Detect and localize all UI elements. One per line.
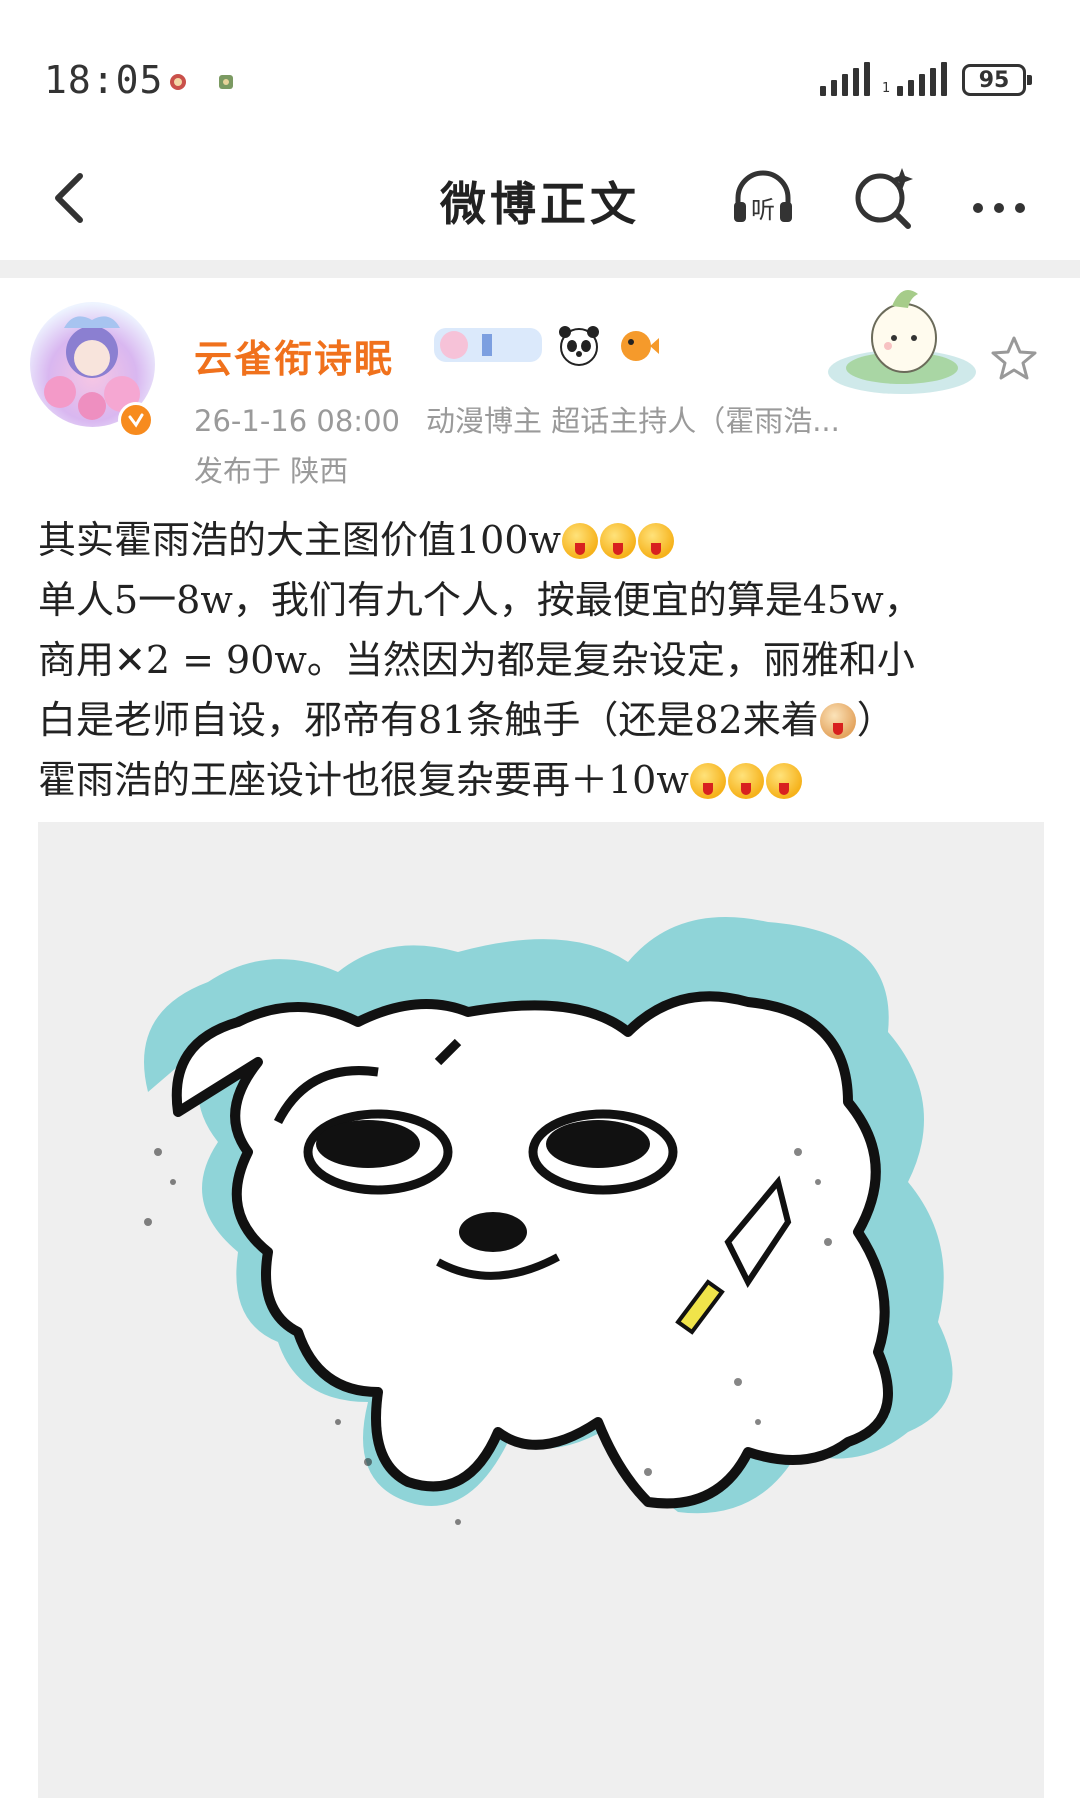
post-time: 26-1-16 08:00 [194, 404, 400, 438]
page-title: 微博正文 [440, 177, 640, 231]
post-line-4: 白是老师自设，邪帝有81条触手（还是82来着） [38, 698, 895, 742]
nav-header: 微博正文 听 [0, 150, 1080, 260]
emoji-icon [562, 523, 599, 559]
post-line-5: 霍雨浩的王座设计也很复杂要再＋10w [38, 750, 1048, 810]
emoji-icon [638, 523, 675, 559]
post-line-1: 其实霍雨浩的大主图价值100w [38, 510, 1048, 570]
post-line-2: 单人5一8w，我们有九个人，按最便宜的算是45w， [38, 578, 922, 622]
username[interactable]: 云雀衔诗眠 [194, 328, 394, 383]
dog-emoji-icon [819, 703, 856, 739]
user-badges [432, 322, 660, 368]
post-image[interactable] [38, 822, 1044, 1798]
more-icon[interactable] [964, 162, 1034, 232]
status-time: 18:05 [44, 58, 164, 102]
post-content: 其实霍雨浩的大主图价值100w 单人5一8w，我们有九个人，按最便宜的算是45w… [38, 510, 1048, 810]
post-meta: 26-1-16 08:00 动漫博主 超话主持人（霍雨浩... [194, 398, 840, 440]
signal-icon-2: 1 [882, 62, 948, 96]
badge-icon [434, 328, 542, 362]
notification-icon [170, 74, 186, 90]
notification-icon-2 [219, 75, 233, 89]
section-divider [0, 260, 1080, 278]
network-label: 1 [882, 81, 891, 96]
post-line-3: 商用✕2 = 90w。当然因为都是复杂设定，丽雅和小 [38, 638, 915, 682]
post-user-roles[interactable]: 动漫博主 超话主持人（霍雨浩... [426, 404, 840, 438]
signal-icon [820, 62, 870, 96]
emoji-icon [765, 763, 802, 799]
emoji-icon [689, 763, 726, 799]
emoji-icon [727, 763, 764, 799]
pufferfish-icon [621, 331, 659, 361]
headphone-icon[interactable]: 听 [728, 162, 798, 232]
listen-label: 听 [751, 196, 775, 224]
battery-indicator: 95 [962, 64, 1032, 96]
emoji-icon [600, 523, 637, 559]
panda-icon [559, 326, 599, 366]
dog-drawing-image [144, 917, 953, 1525]
sticker-decoration [828, 290, 976, 394]
verified-icon [118, 402, 154, 438]
star-icon[interactable] [990, 334, 1038, 382]
status-bar: 18:05 1 95 [0, 0, 1080, 150]
post-location: 发布于 陕西 [194, 454, 349, 488]
sparkle-search-icon[interactable] [848, 162, 918, 232]
